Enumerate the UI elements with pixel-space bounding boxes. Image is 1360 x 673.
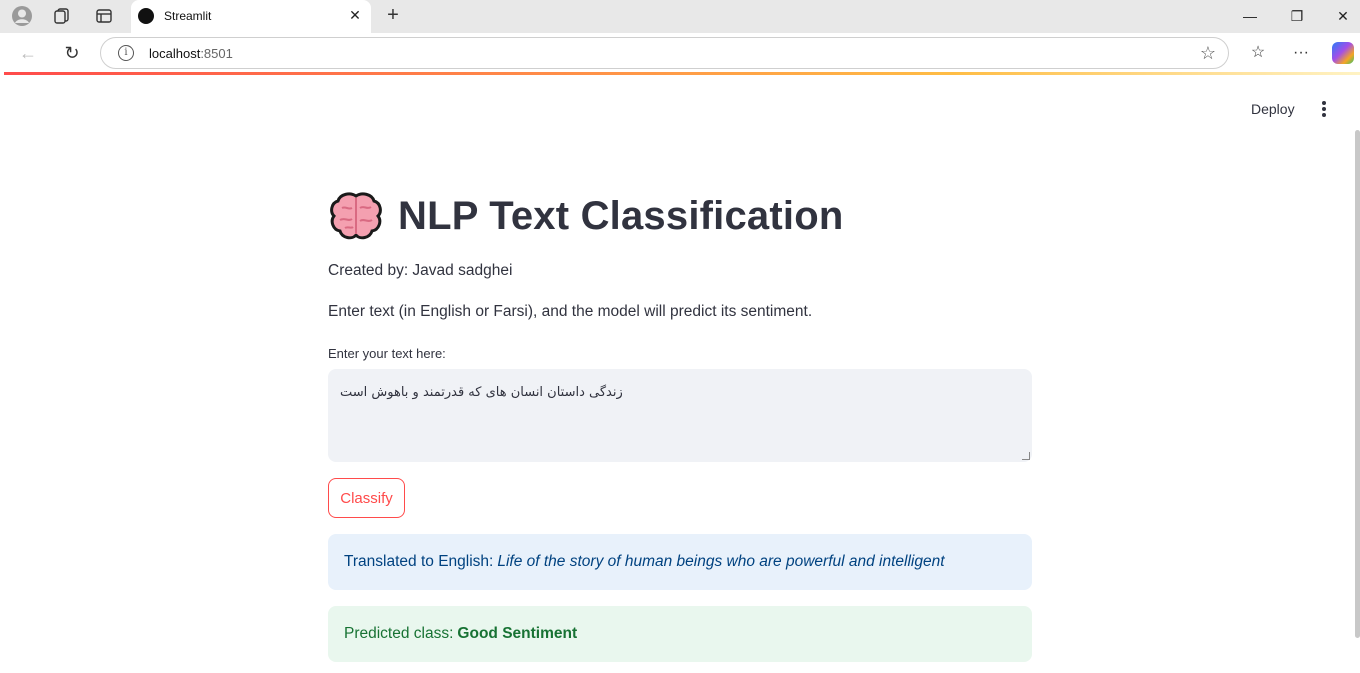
maximize-icon[interactable]: ❐ xyxy=(1286,6,1308,26)
address-text: localhost:8501 xyxy=(149,46,233,61)
classify-button[interactable]: Classify xyxy=(328,478,405,518)
copilot-icon[interactable] xyxy=(1332,42,1354,64)
browser-tab-bar: Streamlit ✕ + — ❐ ✕ xyxy=(0,0,1360,33)
main-menu-icon[interactable] xyxy=(1316,99,1332,119)
translated-value: Life of the story of human beings who ar… xyxy=(497,553,945,570)
window-close-icon[interactable]: ✕ xyxy=(1332,6,1354,26)
back-icon[interactable]: ← xyxy=(17,42,39,64)
star-icon[interactable]: ☆ xyxy=(1200,43,1216,64)
info-icon[interactable]: i xyxy=(118,45,134,61)
minimize-icon[interactable]: — xyxy=(1239,6,1261,26)
translated-label: Translated to English: xyxy=(344,553,494,570)
collections-icon[interactable] xyxy=(50,5,74,27)
text-input-value[interactable]: زندگی داستان انسان های که قدرتمند و باهو… xyxy=(340,385,623,400)
address-bar[interactable]: i localhost:8501 ☆ xyxy=(100,37,1229,69)
profile-icon[interactable] xyxy=(10,5,34,27)
created-by-text: Created by: Javad sadghei xyxy=(328,262,513,279)
prediction-alert: Predicted class: Good Sentiment xyxy=(328,606,1032,662)
predicted-label: Predicted class: xyxy=(344,625,454,642)
tab-title: Streamlit xyxy=(164,9,212,23)
favorites-icon[interactable]: ☆ xyxy=(1247,42,1269,64)
translation-alert: Translated to English: Life of the story… xyxy=(328,534,1032,590)
close-icon[interactable]: ✕ xyxy=(347,7,363,23)
resize-handle-icon[interactable] xyxy=(1022,452,1030,460)
page-title: NLP Text Classification xyxy=(398,193,844,238)
text-input-area[interactable]: زندگی داستان انسان های که قدرتمند و باهو… xyxy=(328,369,1032,462)
refresh-icon[interactable]: ↻ xyxy=(61,42,83,64)
tab-actions-icon[interactable] xyxy=(92,5,116,27)
more-icon[interactable]: ··· xyxy=(1290,42,1312,64)
browser-tab[interactable]: Streamlit ✕ xyxy=(131,0,371,33)
brain-icon xyxy=(330,192,382,240)
browser-toolbar: ← ↻ i localhost:8501 ☆ ☆ ··· xyxy=(0,33,1360,73)
streamlit-favicon-icon xyxy=(138,8,154,24)
new-tab-icon[interactable]: + xyxy=(382,4,404,26)
deploy-button[interactable]: Deploy xyxy=(1251,101,1295,117)
description-text: Enter text (in English or Farsi), and th… xyxy=(328,303,813,320)
scrollbar[interactable] xyxy=(1355,130,1360,638)
page-title-row: NLP Text Classification xyxy=(328,188,843,244)
input-label: Enter your text here: xyxy=(328,346,446,361)
predicted-value: Good Sentiment xyxy=(457,625,578,642)
